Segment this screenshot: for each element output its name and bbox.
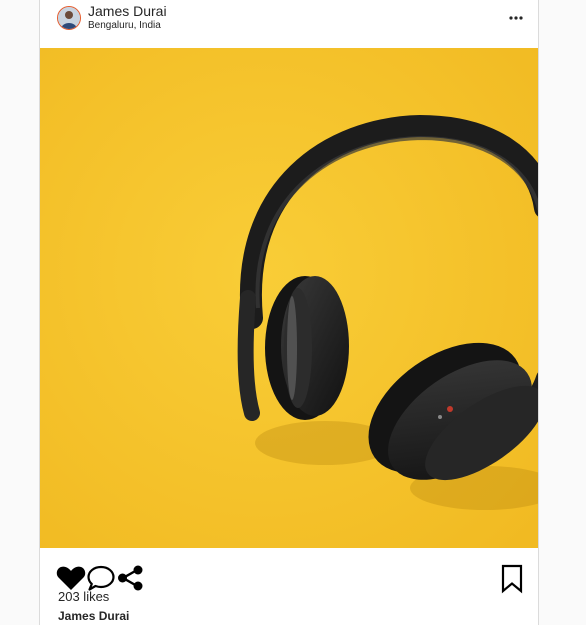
more-options-button[interactable] <box>506 10 526 26</box>
avatar[interactable] <box>57 6 81 30</box>
caption-username[interactable]: James Durai <box>58 609 129 623</box>
share-button[interactable] <box>117 565 144 591</box>
like-button[interactable] <box>56 565 86 591</box>
comment-icon <box>87 565 115 591</box>
more-options-icon <box>509 16 523 20</box>
post-header: James Durai Bengaluru, India <box>40 0 538 48</box>
share-icon <box>118 565 143 591</box>
bookmark-icon <box>501 564 523 594</box>
headphones-photo <box>40 48 538 548</box>
avatar-image <box>58 7 80 29</box>
likes-count[interactable]: 203 likes <box>58 589 109 604</box>
save-button[interactable] <box>500 564 524 594</box>
comment-button[interactable] <box>86 564 116 592</box>
post-actions: 203 likes James Durai <box>40 548 538 625</box>
heart-icon <box>56 566 86 590</box>
post-photo[interactable] <box>40 48 538 548</box>
post-card: James Durai Bengaluru, India 203 likes J… <box>39 0 539 625</box>
post-author-name[interactable]: James Durai <box>88 3 167 19</box>
post-location[interactable]: Bengaluru, India <box>88 20 161 31</box>
